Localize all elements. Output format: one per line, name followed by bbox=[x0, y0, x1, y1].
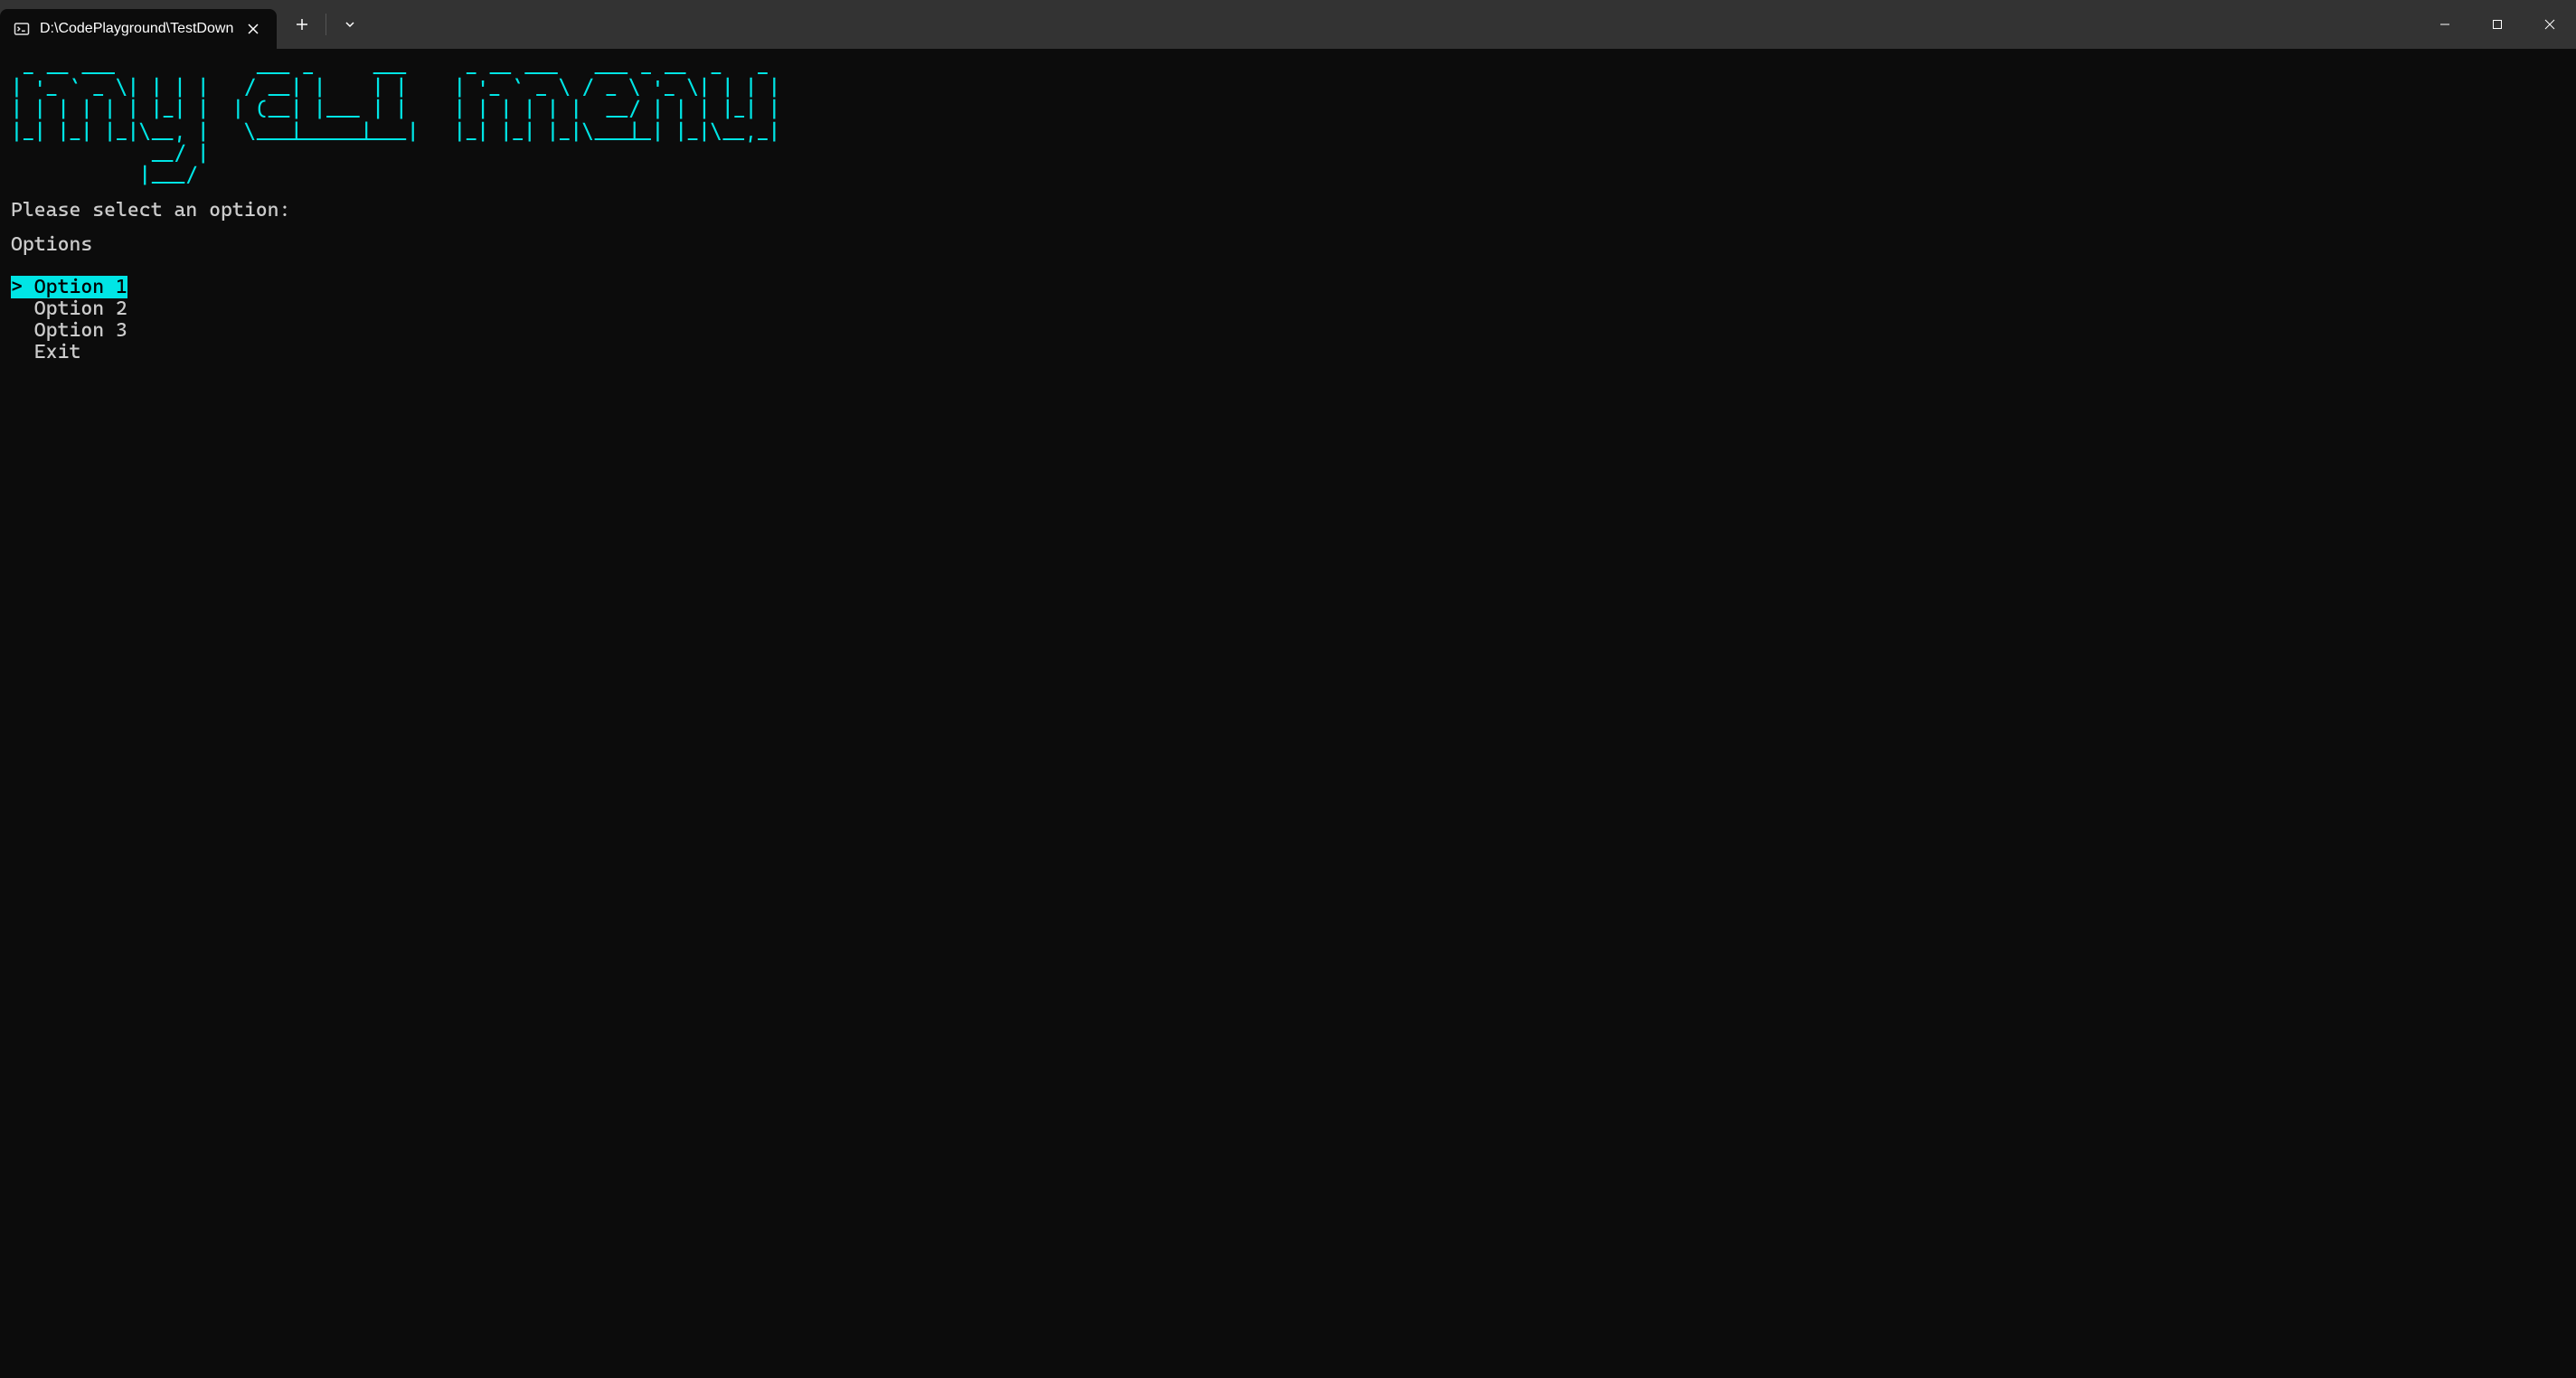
menu-item-row[interactable]: Exit bbox=[11, 342, 2565, 363]
terminal-icon bbox=[13, 20, 31, 38]
close-window-button[interactable] bbox=[2524, 6, 2576, 42]
tab-dropdown-button[interactable] bbox=[332, 8, 368, 41]
menu-item-row[interactable]: Option 3 bbox=[11, 320, 2565, 342]
tabs-section: D:\CodePlayground\TestDown bbox=[0, 0, 368, 49]
terminal-tab[interactable]: D:\CodePlayground\TestDown bbox=[0, 9, 277, 49]
menu-item-row[interactable]: > Option 1 bbox=[11, 277, 2565, 298]
tab-close-button[interactable] bbox=[242, 18, 264, 40]
tab-title: D:\CodePlayground\TestDown bbox=[40, 21, 233, 37]
new-tab-button[interactable] bbox=[284, 8, 320, 41]
menu-item-row[interactable]: Option 2 bbox=[11, 298, 2565, 320]
ascii-art-banner: _ __ ___ ___ _ ___ _ __ ___ ___ _ __ _ _… bbox=[11, 56, 2565, 187]
maximize-button[interactable] bbox=[2471, 6, 2524, 42]
minimize-button[interactable] bbox=[2419, 6, 2471, 42]
menu-list: > Option 1 Option 2 Option 3 Exit bbox=[11, 277, 2565, 364]
options-header: Options bbox=[11, 234, 2565, 256]
tab-actions bbox=[284, 8, 368, 41]
prompt-select-text: Please select an option: bbox=[11, 200, 2565, 222]
title-bar: D:\CodePlayground\TestDown bbox=[0, 0, 2576, 49]
window-controls bbox=[2419, 0, 2576, 49]
terminal-content[interactable]: _ __ ___ ___ _ ___ _ __ ___ ___ _ __ _ _… bbox=[0, 49, 2576, 1378]
menu-item-selected: > Option 1 bbox=[11, 276, 127, 298]
